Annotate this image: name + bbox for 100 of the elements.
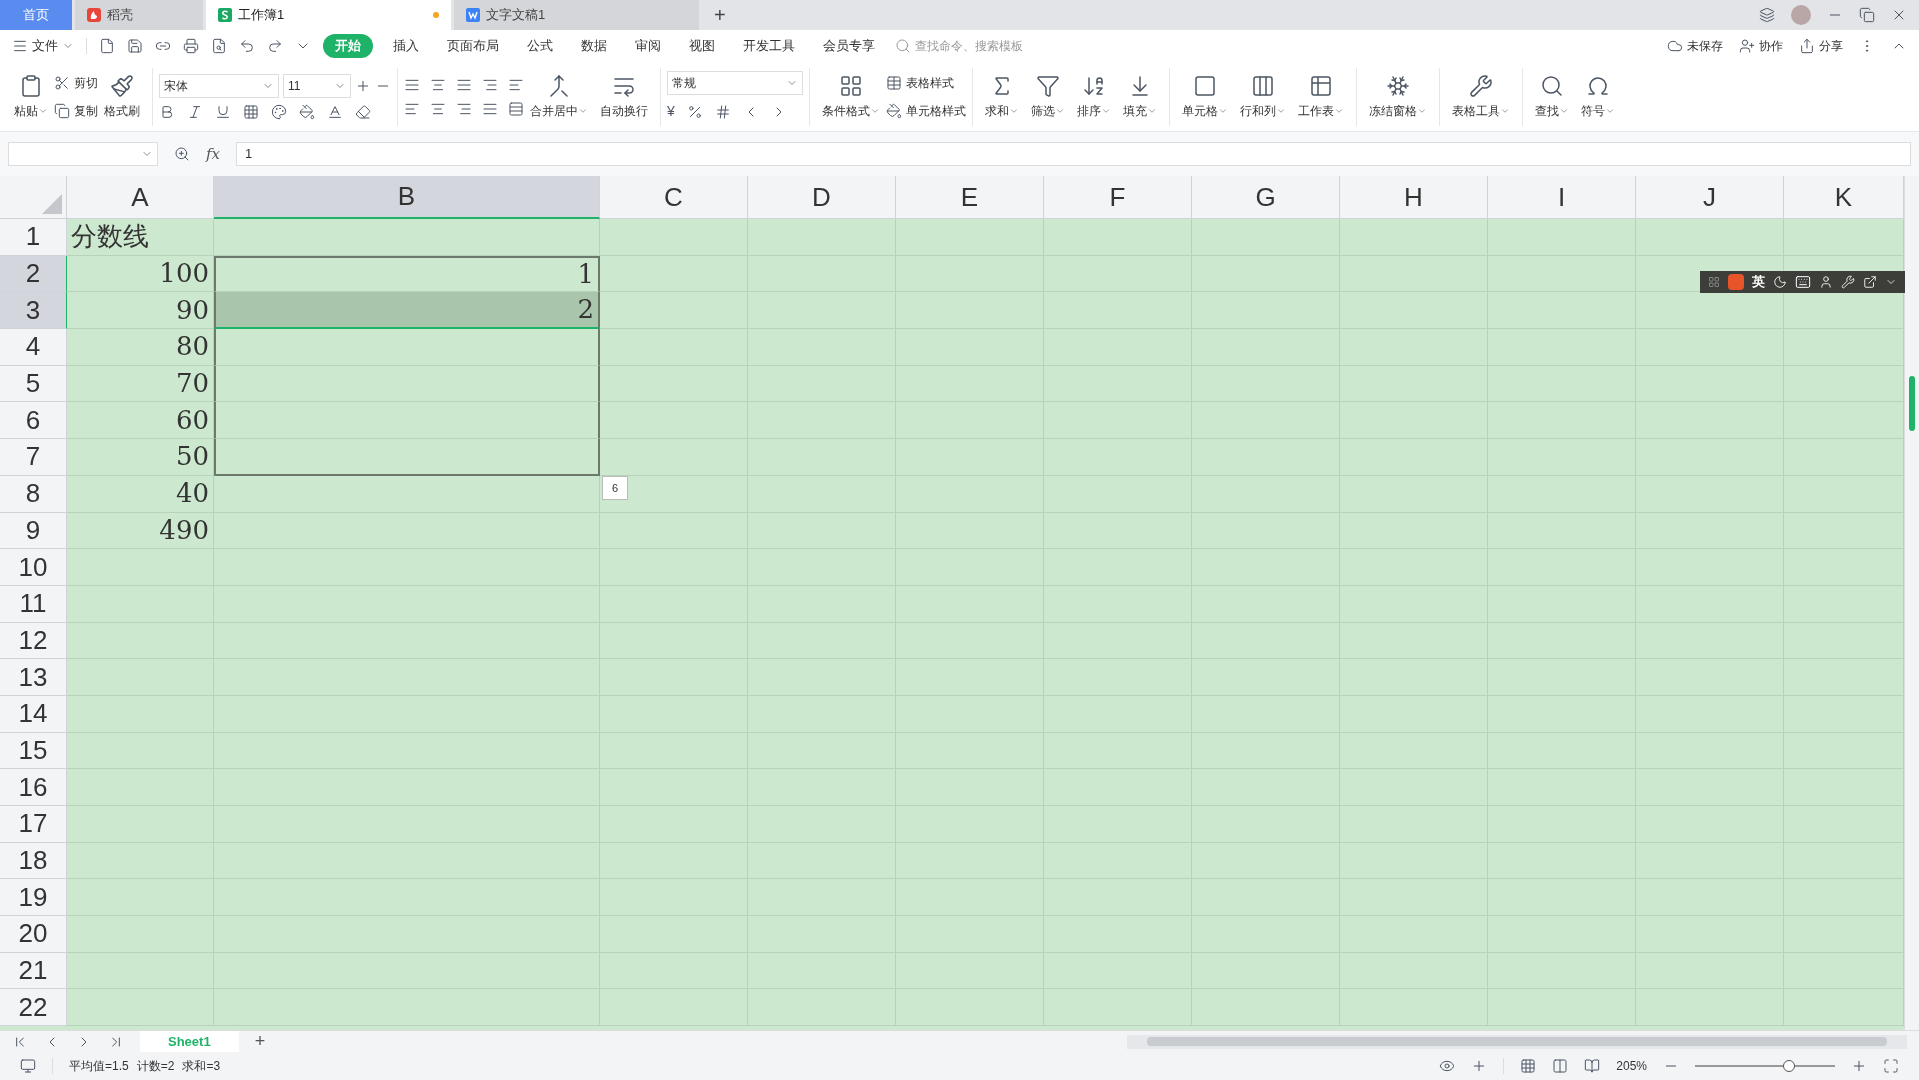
row-header[interactable]: 12 — [0, 622, 67, 660]
row-header[interactable]: 20 — [0, 916, 67, 953]
freeze-panes-button[interactable]: 冻结窗格 — [1363, 65, 1433, 128]
format-painter-button[interactable]: 格式刷 — [98, 65, 146, 128]
keyboard-icon[interactable] — [1795, 274, 1811, 290]
sheet-cell[interactable] — [600, 365, 748, 403]
page-view-icon[interactable] — [1552, 1058, 1569, 1074]
paste-button[interactable]: 粘贴 — [8, 65, 54, 128]
fill-color-icon[interactable] — [299, 103, 315, 120]
zoom-reading[interactable]: 205% — [1616, 1057, 1647, 1075]
input-method-floating-menu[interactable]: 英 — [1700, 271, 1905, 293]
font-color-icon[interactable] — [327, 103, 343, 120]
ribbon-tab[interactable]: 数据 — [573, 36, 615, 56]
zoom-in-icon[interactable] — [1851, 1058, 1867, 1074]
cut-button[interactable]: 剪切 — [54, 70, 98, 95]
column-header[interactable]: C — [600, 176, 748, 219]
print-icon[interactable] — [183, 38, 199, 54]
column-header[interactable]: F — [1044, 176, 1192, 219]
table-style-button[interactable]: 表格样式 — [886, 70, 966, 95]
fullscreen-icon[interactable] — [1883, 1058, 1899, 1074]
ribbon-tab[interactable]: 页面布局 — [439, 36, 507, 56]
logo-icon[interactable] — [1728, 274, 1744, 290]
sheet-cell[interactable]: 490 — [67, 512, 214, 550]
toolbar-button[interactable]: 查找 — [1529, 65, 1575, 128]
font-select[interactable]: 宋体 — [159, 73, 279, 98]
sheet-cell[interactable] — [1488, 219, 1636, 256]
add-sheet-button[interactable]: + — [254, 1028, 266, 1055]
column-header[interactable]: D — [748, 176, 896, 219]
document-tab[interactable]: 工作簿1 — [206, 0, 451, 30]
column-header[interactable]: I — [1488, 176, 1636, 219]
file-menu[interactable]: 文件 — [12, 36, 74, 56]
sheet-cell[interactable]: 2 — [214, 292, 600, 330]
ribbon-tab[interactable]: 插入 — [385, 36, 427, 56]
language-indicator[interactable]: 英 — [1752, 272, 1765, 292]
column-header[interactable]: K — [1784, 176, 1904, 219]
sheet-cell[interactable] — [214, 365, 600, 403]
header-action[interactable]: 未保存 — [1667, 37, 1723, 55]
ribbon-tab[interactable]: 会员专享 — [815, 36, 883, 56]
page-break-view-icon[interactable] — [1584, 1058, 1601, 1074]
sheet-cell[interactable] — [600, 402, 748, 440]
row-header[interactable]: 2 — [0, 255, 67, 293]
toolbar-button[interactable]: 排序 — [1071, 65, 1117, 128]
underline-icon[interactable] — [215, 103, 231, 120]
cell-style-button[interactable]: 单元格样式 — [886, 98, 966, 123]
select-all-corner[interactable] — [0, 176, 67, 219]
row-header[interactable]: 10 — [0, 549, 67, 586]
italic-icon[interactable] — [187, 103, 203, 120]
column-header[interactable]: J — [1636, 176, 1784, 219]
conditional-format-button[interactable]: 条件格式 — [816, 65, 886, 128]
sheet-cell[interactable] — [1340, 219, 1488, 256]
sheet-cell[interactable] — [67, 769, 214, 806]
sheet-cell[interactable] — [600, 219, 748, 256]
sheet-cell[interactable]: 60 — [67, 402, 214, 440]
ribbon-tab[interactable]: 审阅 — [627, 36, 669, 56]
table-tools-button[interactable]: 表格工具 — [1446, 65, 1516, 128]
sheet-cell[interactable] — [1044, 219, 1192, 256]
zoom-slider[interactable] — [1695, 1059, 1835, 1073]
sheet-cell[interactable] — [67, 695, 214, 733]
sheet-cell[interactable] — [67, 952, 214, 990]
sheet-cell[interactable] — [600, 475, 748, 513]
toolbar-button[interactable]: 符号 — [1575, 65, 1621, 128]
ribbon-tab[interactable]: 开发工具 — [735, 36, 803, 56]
sheet-cell[interactable]: 100 — [67, 255, 214, 293]
row-header[interactable]: 16 — [0, 769, 67, 806]
column-header[interactable]: E — [896, 176, 1044, 219]
percent-icon[interactable] — [686, 103, 703, 120]
sheet-cell[interactable] — [67, 879, 214, 917]
name-box[interactable] — [8, 142, 158, 166]
zoom-thumb[interactable] — [1782, 1060, 1795, 1072]
row-header[interactable]: 14 — [0, 695, 67, 733]
eye-icon[interactable] — [1439, 1058, 1456, 1074]
toolbar-button[interactable]: 单元格 — [1176, 65, 1234, 128]
row-header[interactable]: 15 — [0, 732, 67, 770]
row-header[interactable]: 18 — [0, 842, 67, 880]
header-action[interactable]: 协作 — [1739, 37, 1783, 55]
document-tab[interactable]: 文字文稿1 — [454, 0, 699, 30]
border-icon[interactable] — [243, 103, 259, 120]
sheet-cell[interactable] — [214, 475, 600, 513]
sheet-cell[interactable] — [67, 916, 214, 953]
column-header[interactable]: A — [67, 176, 214, 219]
restore-icon[interactable] — [1859, 7, 1875, 23]
row-header[interactable]: 22 — [0, 989, 67, 1027]
header-action[interactable]: 分享 — [1799, 37, 1843, 55]
sheet-cell[interactable] — [67, 989, 214, 1027]
external-link-icon[interactable] — [1863, 275, 1877, 289]
thousands-icon[interactable] — [714, 103, 731, 120]
new-file-icon[interactable] — [99, 38, 115, 54]
row-header[interactable]: 7 — [0, 439, 67, 476]
wrench-icon[interactable] — [1841, 275, 1855, 289]
horizontal-scrollbar[interactable] — [1127, 1034, 1907, 1049]
sheet-cell[interactable] — [67, 659, 214, 696]
save-icon[interactable] — [127, 38, 143, 54]
sheet-cell[interactable] — [600, 329, 748, 366]
row-header[interactable]: 6 — [0, 402, 67, 440]
number-format-select[interactable]: 常规 — [667, 71, 803, 95]
redo-icon[interactable] — [267, 38, 283, 54]
document-tab[interactable]: 稻壳 — [75, 0, 203, 30]
row-header[interactable]: 19 — [0, 879, 67, 917]
bold-icon[interactable] — [159, 103, 175, 120]
grip-icon[interactable] — [1708, 276, 1720, 288]
